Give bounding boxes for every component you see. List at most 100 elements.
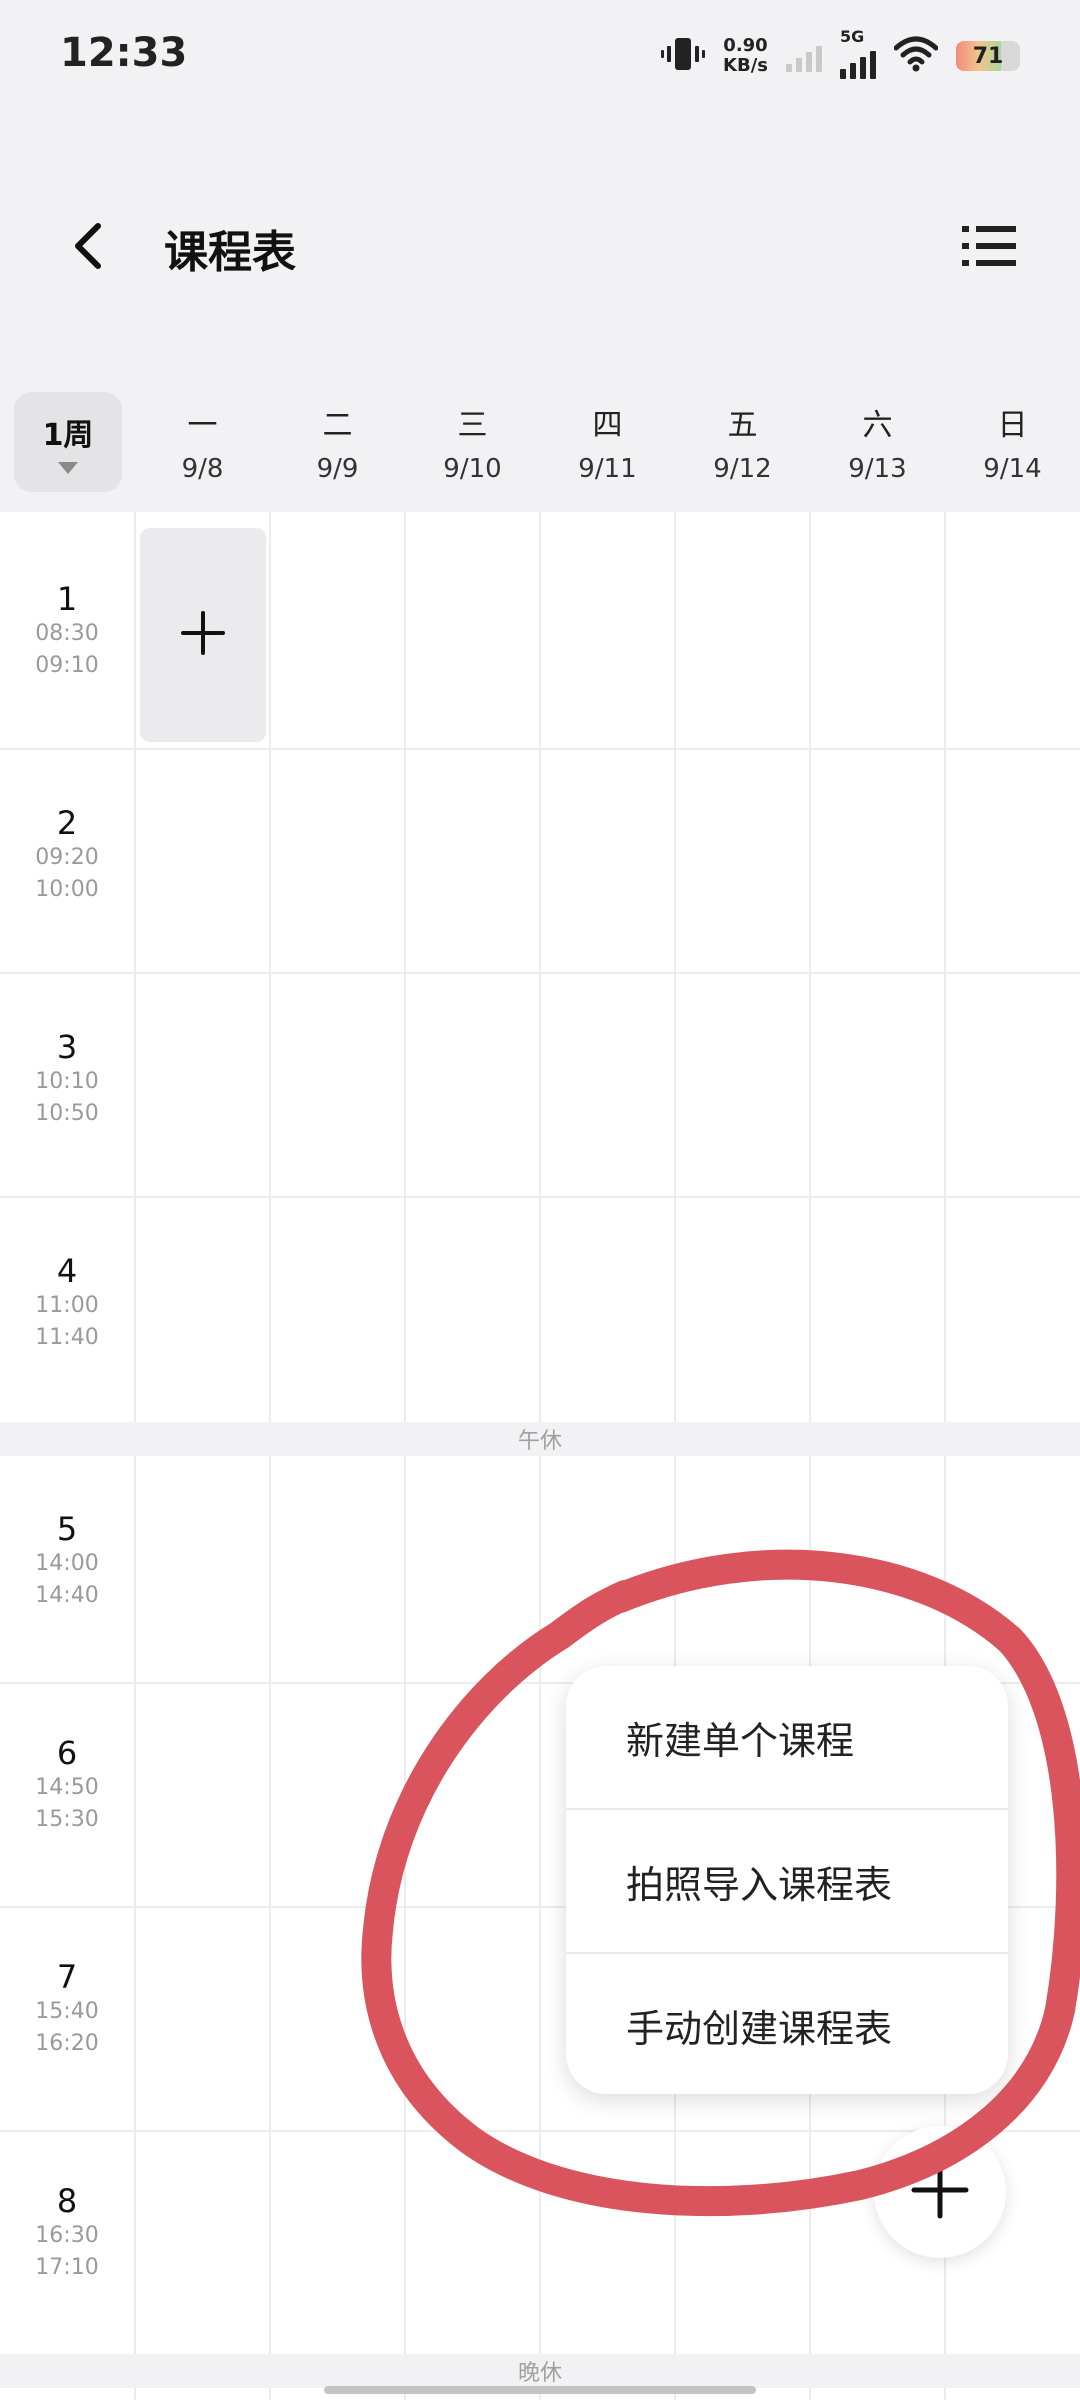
list-icon — [960, 226, 1020, 280]
day-name: 三 — [457, 408, 488, 443]
noon-break-label: 午休 — [517, 1429, 562, 1454]
day-date: 9/12 — [713, 454, 772, 484]
period-3: 3 10:10 10:50 — [0, 1028, 134, 1130]
grid-divider — [809, 512, 811, 2400]
period-1: 1 08:30 09:10 — [0, 580, 134, 682]
period-8: 8 16:30 17:10 — [0, 2182, 134, 2284]
day-date: 9/8 — [181, 454, 224, 484]
noon-break-band: 午休 — [0, 1422, 1080, 1456]
period-2: 2 09:20 10:00 — [0, 804, 134, 906]
day-header-fri: 五 9/12 — [675, 400, 810, 484]
day-header-sat: 六 9/13 — [810, 400, 945, 484]
network-type: 5G — [840, 27, 865, 46]
period-end: 14:40 — [35, 1583, 99, 1608]
page-title: 课程表 — [164, 227, 296, 278]
triangle-down-icon — [58, 462, 78, 474]
grid-divider — [134, 512, 136, 2400]
period-number: 3 — [56, 1028, 78, 1066]
grid-divider — [0, 972, 1080, 974]
period-start: 14:50 — [35, 1775, 99, 1800]
day-header-thu: 四 9/11 — [540, 400, 675, 484]
period-end: 09:10 — [35, 653, 99, 678]
grid-divider — [404, 512, 406, 2400]
grid-divider — [539, 512, 541, 2400]
day-date: 9/9 — [316, 454, 359, 484]
grid-divider — [944, 512, 946, 2400]
day-date: 9/11 — [578, 454, 637, 484]
status-time: 12:33 — [60, 30, 188, 76]
plus-icon — [179, 609, 227, 661]
period-number: 1 — [56, 580, 78, 618]
back-button[interactable] — [60, 216, 120, 276]
period-end: 11:40 — [35, 1325, 99, 1350]
evening-break-label: 晚休 — [517, 2361, 562, 2386]
signal-5g-icon: 5G — [840, 27, 876, 79]
period-end: 10:00 — [35, 877, 99, 902]
grid-divider — [269, 512, 271, 2400]
day-date: 9/14 — [983, 454, 1042, 484]
period-7: 7 15:40 16:20 — [0, 1958, 134, 2060]
period-start: 14:00 — [35, 1551, 99, 1576]
network-speed: 0.90 KB/s — [723, 36, 768, 76]
timetable-grid: 1 08:30 09:10 2 09:20 10:00 3 10:10 10:5… — [0, 512, 1080, 2400]
day-name: 四 — [592, 408, 623, 443]
wifi-icon — [893, 36, 939, 76]
period-start: 10:10 — [35, 1069, 99, 1094]
day-date: 9/13 — [848, 454, 907, 484]
day-name: 一 — [187, 408, 218, 443]
day-name: 日 — [997, 408, 1028, 443]
chevron-left-icon — [60, 223, 120, 280]
period-6: 6 14:50 15:30 — [0, 1734, 134, 1836]
vibrate-icon — [661, 34, 706, 78]
period-number: 4 — [56, 1252, 78, 1290]
menu-photo-import[interactable]: 拍照导入课程表 — [566, 1810, 1008, 1952]
week-selector[interactable]: 1周 — [14, 392, 122, 492]
add-options-popup: 新建单个课程 拍照导入课程表 手动创建课程表 — [566, 1666, 1008, 2094]
net-speed-unit: KB/s — [723, 55, 768, 76]
period-number: 6 — [56, 1734, 78, 1772]
day-header-tue: 二 9/9 — [270, 400, 405, 484]
period-start: 08:30 — [35, 621, 99, 646]
day-header-row: 1周 一 9/8 二 9/9 三 9/10 四 9/11 五 9/12 六 9/… — [0, 378, 1080, 512]
period-5: 5 14:00 14:40 — [0, 1510, 134, 1612]
app-header: 课程表 — [0, 116, 1080, 378]
week-label: 1周 — [42, 418, 94, 453]
menu-new-single-course[interactable]: 新建单个课程 — [566, 1666, 1008, 1808]
day-date: 9/10 — [443, 454, 502, 484]
add-course-cell[interactable] — [140, 528, 266, 742]
period-number: 7 — [56, 1958, 78, 1996]
home-indicator[interactable] — [324, 2386, 756, 2394]
day-name: 二 — [322, 408, 353, 443]
day-name: 六 — [862, 408, 893, 443]
menu-manual-create[interactable]: 手动创建课程表 — [566, 1954, 1008, 2096]
period-end: 16:20 — [35, 2031, 99, 2056]
period-start: 09:20 — [35, 845, 99, 870]
period-number: 2 — [56, 804, 78, 842]
net-speed-value: 0.90 — [723, 35, 768, 56]
list-menu-button[interactable] — [960, 216, 1020, 276]
battery-indicator: 71 — [956, 41, 1020, 71]
plus-icon — [910, 2160, 970, 2224]
day-header-sun: 日 9/14 — [945, 400, 1080, 484]
period-start: 15:40 — [35, 1999, 99, 2024]
evening-break-band: 晚休 — [0, 2354, 1080, 2388]
period-end: 17:10 — [35, 2255, 99, 2280]
day-header-mon: 一 9/8 — [135, 400, 270, 484]
grid-divider — [0, 1196, 1080, 1198]
add-fab-button[interactable] — [874, 2126, 1006, 2258]
status-bar: 12:33 0.90 KB/s 5G 71 — [0, 0, 1080, 116]
day-name: 五 — [727, 408, 758, 443]
signal-sim1-icon — [786, 40, 822, 72]
grid-divider — [0, 748, 1080, 750]
period-end: 15:30 — [35, 1807, 99, 1832]
period-start: 11:00 — [35, 1293, 99, 1318]
status-icons: 0.90 KB/s 5G 71 — [661, 27, 1020, 79]
period-4: 4 11:00 11:40 — [0, 1252, 134, 1354]
period-start: 16:30 — [35, 2223, 99, 2248]
period-number: 5 — [56, 1510, 78, 1548]
period-number: 8 — [56, 2182, 78, 2220]
day-header-wed: 三 9/10 — [405, 400, 540, 484]
period-end: 10:50 — [35, 1101, 99, 1126]
battery-level: 71 — [972, 43, 1004, 69]
grid-divider — [674, 512, 676, 2400]
